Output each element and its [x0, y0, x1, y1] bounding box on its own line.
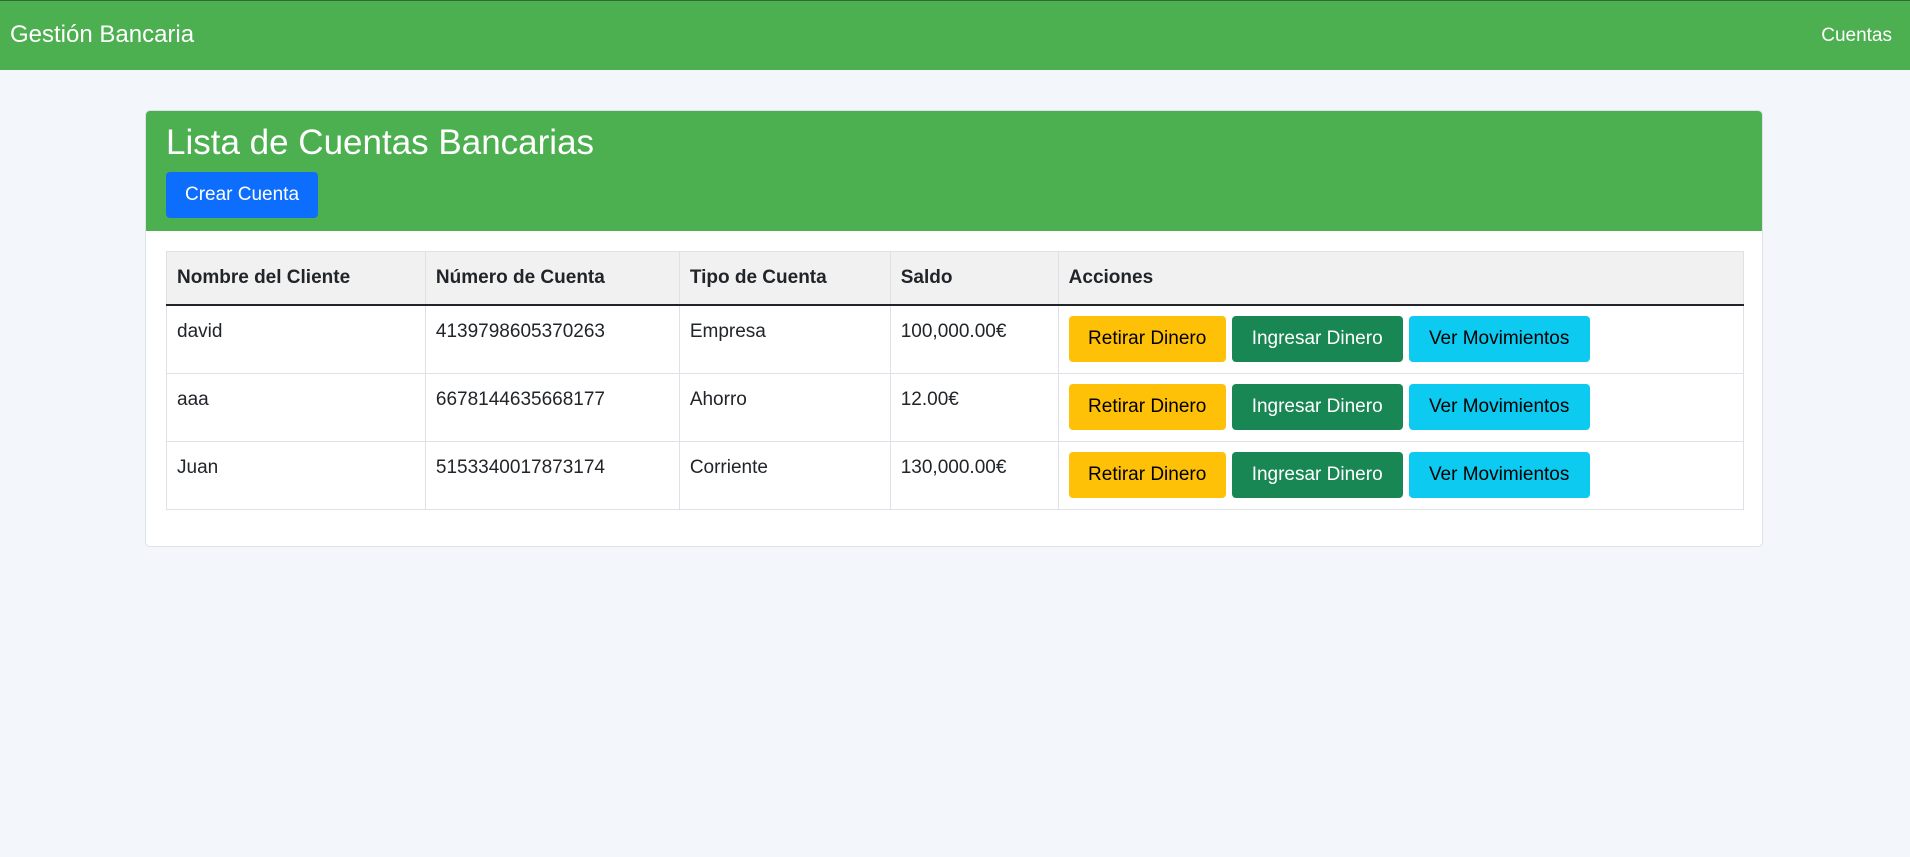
cell-numero: 4139798605370263 — [424, 304, 680, 374]
accounts-table: Nombre del Cliente Número de Cuenta Tipo… — [166, 251, 1745, 510]
cell-cliente: Juan — [166, 440, 426, 510]
cell-acciones: Retirar Dinero Ingresar Dinero Ver Movim… — [1057, 440, 1745, 510]
cell-numero: 5153340017873174 — [424, 440, 680, 510]
deposit-button[interactable]: Ingresar Dinero — [1231, 383, 1403, 430]
brand-title[interactable]: Gestión Bancaria — [10, 21, 194, 49]
card-header: Lista de Cuentas Bancarias Crear Cuenta — [146, 111, 1762, 231]
deposit-button[interactable]: Ingresar Dinero — [1231, 316, 1403, 362]
withdraw-button[interactable]: Retirar Dinero — [1068, 316, 1226, 362]
cell-saldo: 130,000.00€ — [889, 440, 1059, 510]
header-acciones: Acciones — [1057, 251, 1745, 306]
header-tipo: Tipo de Cuenta — [678, 251, 891, 306]
cell-acciones: Retirar Dinero Ingresar Dinero Ver Movim… — [1057, 304, 1745, 374]
table-row: Juan 5153340017873174 Corriente 130,000.… — [166, 440, 1745, 510]
header-saldo: Saldo — [889, 251, 1059, 306]
create-account-button[interactable]: Crear Cuenta — [166, 172, 318, 218]
accounts-card: Lista de Cuentas Bancarias Crear Cuenta … — [145, 110, 1763, 547]
withdraw-button[interactable]: Retirar Dinero — [1068, 451, 1226, 498]
nav-link-cuentas[interactable]: Cuentas — [1821, 25, 1892, 47]
cell-numero: 6678144635668177 — [424, 372, 680, 442]
cell-tipo: Corriente — [678, 440, 891, 510]
cell-tipo: Ahorro — [678, 372, 891, 442]
cell-saldo: 12.00€ — [889, 372, 1059, 442]
view-movements-button[interactable]: Ver Movimientos — [1408, 316, 1590, 362]
header-cliente: Nombre del Cliente — [166, 251, 426, 306]
header-numero: Número de Cuenta — [424, 251, 680, 306]
cell-tipo: Empresa — [678, 304, 891, 374]
view-movements-button[interactable]: Ver Movimientos — [1408, 383, 1590, 430]
table-header-row: Nombre del Cliente Número de Cuenta Tipo… — [166, 251, 1745, 306]
deposit-button[interactable]: Ingresar Dinero — [1231, 451, 1403, 498]
cell-cliente: david — [166, 304, 426, 374]
view-movements-button[interactable]: Ver Movimientos — [1408, 451, 1590, 498]
cell-acciones: Retirar Dinero Ingresar Dinero Ver Movim… — [1057, 372, 1745, 442]
page-title: Lista de Cuentas Bancarias — [166, 123, 595, 162]
cell-cliente: aaa — [166, 372, 426, 442]
top-navbar: Gestión Bancaria Cuentas — [0, 0, 1910, 70]
table-row: aaa 6678144635668177 Ahorro 12.00€ Retir… — [166, 372, 1745, 442]
table-row: david 4139798605370263 Empresa 100,000.0… — [166, 304, 1745, 374]
withdraw-button[interactable]: Retirar Dinero — [1068, 383, 1226, 430]
cell-saldo: 100,000.00€ — [889, 304, 1059, 374]
